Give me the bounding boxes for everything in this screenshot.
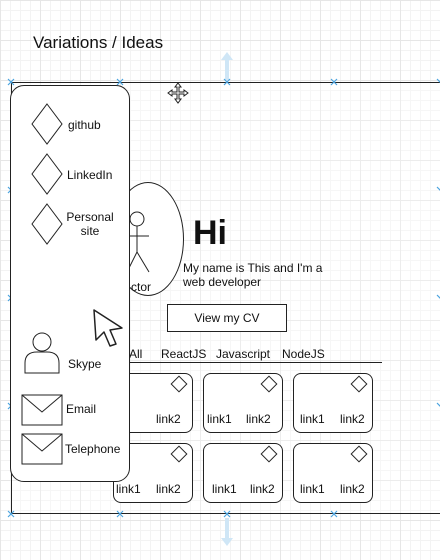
- sidebar-item-email[interactable]: Email: [66, 402, 96, 416]
- sidebar-item-linkedin[interactable]: LinkedIn: [67, 168, 112, 182]
- diamond-icon: [31, 103, 63, 145]
- sidebar-item-personal-site[interactable]: Personal site: [64, 210, 116, 238]
- tab-nodejs[interactable]: NodeJS: [282, 347, 325, 361]
- card-link1[interactable]: link1: [207, 412, 232, 426]
- card-link1[interactable]: link1: [300, 482, 325, 496]
- diamond-icon: [260, 445, 278, 463]
- card-link1[interactable]: link1: [300, 412, 325, 426]
- sidebar-item-github[interactable]: github: [68, 118, 101, 132]
- diamond-icon: [260, 375, 278, 393]
- tabs-divider: [112, 362, 382, 363]
- card-link2[interactable]: link2: [340, 482, 365, 496]
- diamond-icon: [170, 445, 188, 463]
- diamond-icon: [350, 375, 368, 393]
- pointer-cursor-icon: [93, 309, 123, 347]
- sidebar[interactable]: github LinkedIn Personal site Skype Emai…: [10, 85, 130, 482]
- envelope-icon: [21, 394, 63, 426]
- tab-javascript[interactable]: Javascript: [216, 347, 270, 361]
- project-card[interactable]: link1 link2: [203, 443, 283, 503]
- project-card[interactable]: link1 link2: [203, 373, 283, 433]
- diamond-icon: [31, 153, 63, 195]
- actor-label: ctor: [131, 280, 152, 294]
- card-link2[interactable]: link2: [156, 412, 181, 426]
- card-link1[interactable]: link1: [116, 482, 141, 496]
- card-link2[interactable]: link2: [246, 412, 271, 426]
- view-cv-button[interactable]: View my CV: [167, 304, 287, 332]
- project-card[interactable]: link1 link2: [293, 373, 373, 433]
- card-link2[interactable]: link2: [340, 412, 365, 426]
- resize-up-arrow-icon[interactable]: [219, 50, 235, 82]
- greeting-heading: Hi: [193, 214, 227, 252]
- card-link2[interactable]: link2: [250, 482, 275, 496]
- diamond-icon: [350, 445, 368, 463]
- card-link2[interactable]: link2: [156, 482, 181, 496]
- tab-reactjs[interactable]: ReactJS: [161, 347, 206, 361]
- user-icon: [24, 332, 60, 374]
- sidebar-item-skype[interactable]: Skype: [68, 357, 101, 371]
- resize-down-arrow-icon[interactable]: [219, 516, 235, 548]
- tab-all[interactable]: All: [129, 347, 142, 361]
- diamond-icon: [31, 203, 63, 245]
- sidebar-item-telephone[interactable]: Telephone: [65, 442, 120, 456]
- page-title: Variations / Ideas: [33, 33, 164, 52]
- move-cursor-icon[interactable]: [167, 82, 189, 104]
- card-link1[interactable]: link1: [212, 482, 237, 496]
- envelope-icon: [21, 433, 63, 465]
- intro-text: My name is This and I'm a web developer: [183, 261, 323, 289]
- diamond-icon: [170, 375, 188, 393]
- project-card[interactable]: link1 link2: [293, 443, 373, 503]
